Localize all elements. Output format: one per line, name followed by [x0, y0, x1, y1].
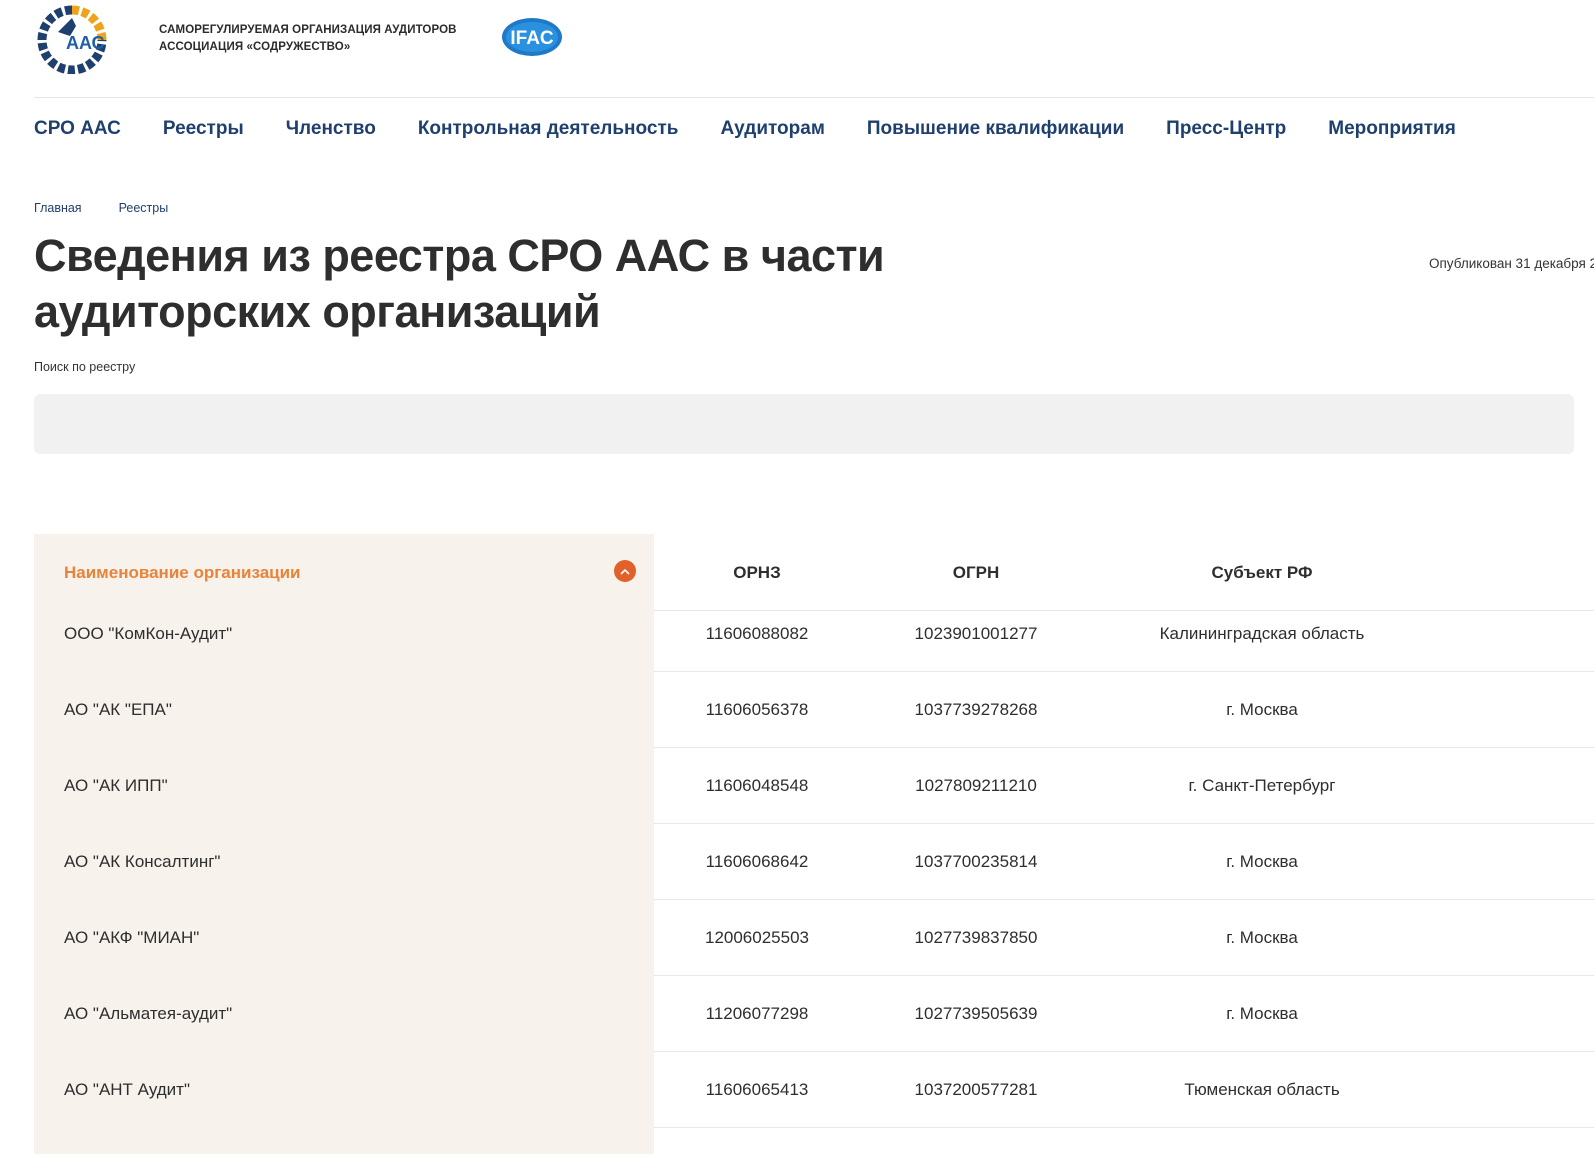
- cell-ornz: 12006025503: [704, 927, 809, 947]
- table-row[interactable]: ООО "КомКон-Аудит" 11606088082 102390100…: [34, 595, 1594, 672]
- ifac-logo[interactable]: IFAC: [500, 16, 564, 58]
- table-row[interactable]: АО "АКФ "МИАН" 12006025503 1027739837850…: [34, 899, 1594, 976]
- table-row[interactable]: АО "АК "ЕПА" 11606056378 1037739278268 г…: [34, 671, 1594, 748]
- nav-item-press[interactable]: Пресс-Центр: [1166, 116, 1286, 142]
- cell-ornz: 11606088082: [705, 623, 809, 643]
- breadcrumb-home[interactable]: Главная: [34, 201, 82, 215]
- header-divider: [34, 97, 1594, 98]
- nav-item-training[interactable]: Повышение квалификации: [867, 116, 1124, 142]
- cell-name[interactable]: АО "АК "ЕПА": [64, 671, 624, 748]
- org-name-line-2: АССОЦИАЦИЯ «СОДРУЖЕСТВО»: [159, 41, 351, 53]
- search-input[interactable]: [34, 394, 1574, 454]
- breadcrumb-registries[interactable]: Реестры: [119, 201, 169, 215]
- breadcrumb: Главная Реестры: [34, 201, 205, 215]
- cell-subject: г. Москва: [1226, 927, 1298, 947]
- cell-ogrn: 1037739278268: [914, 699, 1038, 719]
- organization-name: САМОРЕГУЛИРУЕМАЯ ОРГАНИЗАЦИЯ АУДИТОРОВ А…: [159, 22, 457, 56]
- table-row[interactable]: АО "АК ИПП" 11606048548 1027809211210 г.…: [34, 747, 1594, 824]
- cell-subject: г. Москва: [1226, 699, 1298, 719]
- cell-name[interactable]: АО "АК Консалтинг": [64, 823, 624, 900]
- cell-ogrn: 1037200577281: [914, 1079, 1038, 1099]
- nav-item-sro-aac[interactable]: СРО ААС: [34, 116, 121, 142]
- cell-subject: г. Санкт-Петербург: [1188, 775, 1336, 795]
- cell-name[interactable]: АО "АК ИПП": [64, 747, 624, 824]
- cell-subject: Тюменская область: [1184, 1079, 1340, 1099]
- aac-logo[interactable]: ААС: [36, 4, 108, 75]
- published-date: Опубликован 31 декабря 2: [1429, 256, 1594, 271]
- cell-ogrn: 1027809211210: [915, 775, 1037, 795]
- cell-ogrn: 1027739837850: [914, 927, 1038, 947]
- chevron-up-icon: [620, 568, 630, 575]
- cell-ogrn: 1037700235814: [914, 851, 1038, 871]
- cell-ornz: 11606068642: [705, 851, 809, 871]
- table-row[interactable]: АО "АК Консалтинг" 11606068642 103770023…: [34, 823, 1594, 900]
- cell-name[interactable]: ООО "КомКон-Аудит": [64, 595, 624, 672]
- row-divider: [654, 1127, 1594, 1128]
- cell-ornz: 11606056378: [705, 699, 809, 719]
- sort-toggle-button[interactable]: [614, 560, 636, 582]
- cell-name[interactable]: АО "АКФ "МИАН": [64, 899, 624, 976]
- site-header: ААС САМОРЕГУЛИРУЕМАЯ ОРГАНИЗАЦИЯ АУДИТОР…: [0, 0, 1594, 98]
- cell-subject: г. Москва: [1226, 1003, 1298, 1023]
- cell-ogrn: 1027739505639: [914, 1003, 1038, 1023]
- nav-item-membership[interactable]: Членство: [286, 116, 376, 142]
- table-row[interactable]: АО "АНТ Аудит" 11606065413 1037200577281…: [34, 1051, 1594, 1128]
- cell-name[interactable]: АО "АНТ Аудит": [64, 1051, 624, 1128]
- ifac-text: IFAC: [510, 28, 554, 49]
- logo-text: ААС: [66, 33, 105, 53]
- cell-name[interactable]: АО "Альматея-аудит": [64, 975, 624, 1052]
- nav-item-registries[interactable]: Реестры: [163, 116, 244, 142]
- cell-ornz: 11606048548: [705, 775, 809, 795]
- page-title: Сведения из реестра СРО ААС в части ауди…: [34, 230, 885, 337]
- cell-ornz: 11606065413: [705, 1079, 809, 1099]
- cell-subject: г. Москва: [1226, 851, 1298, 871]
- main-nav: СРО ААС Реестры Членство Контрольная дея…: [34, 116, 1498, 142]
- table-row[interactable]: АО "Альматея-аудит" 11206077298 10277395…: [34, 975, 1594, 1052]
- nav-item-events[interactable]: Мероприятия: [1328, 116, 1456, 142]
- cell-ogrn: 1023901001277: [914, 623, 1038, 643]
- nav-item-control[interactable]: Контрольная деятельность: [418, 116, 679, 142]
- cell-ornz: 11206077298: [705, 1003, 809, 1023]
- cell-subject: Калининградская область: [1159, 623, 1365, 643]
- nav-item-auditors[interactable]: Аудиторам: [720, 116, 824, 142]
- org-name-line-1: САМОРЕГУЛИРУЕМАЯ ОРГАНИЗАЦИЯ АУДИТОРОВ: [159, 24, 457, 36]
- search-label: Поиск по реестру: [34, 360, 136, 374]
